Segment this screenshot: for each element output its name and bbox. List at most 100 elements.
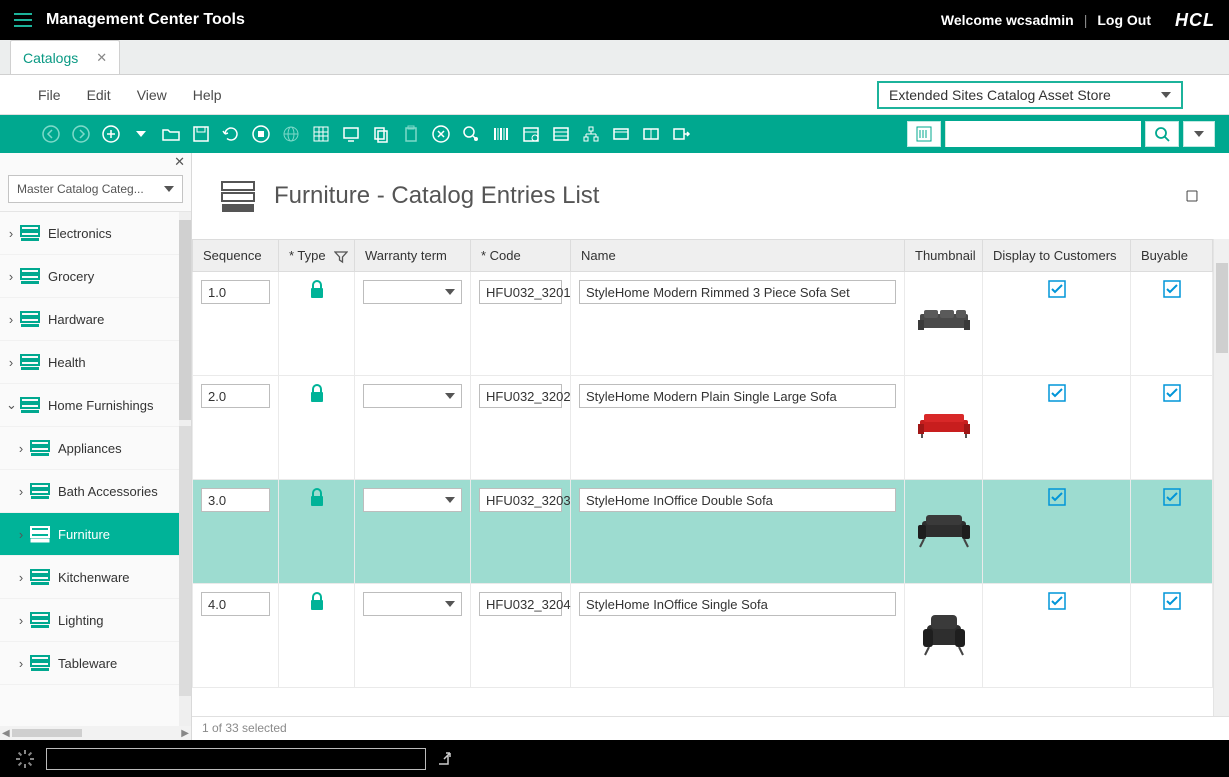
find-icon[interactable] bbox=[458, 121, 484, 147]
globe-icon[interactable] bbox=[278, 121, 304, 147]
paste-icon[interactable] bbox=[398, 121, 424, 147]
export-icon[interactable] bbox=[668, 121, 694, 147]
add-chevron-icon[interactable] bbox=[128, 121, 154, 147]
menu-file[interactable]: File bbox=[38, 87, 61, 103]
expand-toggle-icon[interactable]: › bbox=[6, 226, 16, 241]
expand-toggle-icon[interactable]: › bbox=[16, 527, 26, 542]
tree-h-scrollbar[interactable]: ◀▶ bbox=[0, 726, 191, 740]
tree-item-kitchenware[interactable]: ›Kitchenware bbox=[0, 556, 179, 599]
sequence-input[interactable]: 2.0 bbox=[201, 384, 270, 408]
delete-icon[interactable] bbox=[428, 121, 454, 147]
name-input[interactable]: StyleHome Modern Plain Single Large Sofa bbox=[579, 384, 896, 408]
tree-item-hardware[interactable]: ›Hardware bbox=[0, 298, 179, 341]
expand-toggle-icon[interactable]: › bbox=[16, 441, 26, 456]
expand-icon[interactable] bbox=[1183, 187, 1201, 205]
table-row[interactable]: 1.0 HFU032_3201 StyleHome Modern Rimmed … bbox=[193, 272, 1213, 376]
layout2-icon[interactable] bbox=[638, 121, 664, 147]
display-checkbox[interactable] bbox=[991, 488, 1122, 506]
command-input[interactable] bbox=[46, 748, 426, 770]
goto-icon[interactable] bbox=[436, 750, 454, 768]
expand-toggle-icon[interactable]: › bbox=[16, 613, 26, 628]
name-input[interactable]: StyleHome InOffice Single Sofa bbox=[579, 592, 896, 616]
code-input[interactable]: HFU032_3203 bbox=[479, 488, 562, 512]
col-warranty[interactable]: Warranty term bbox=[355, 240, 471, 272]
calendar-icon[interactable] bbox=[518, 121, 544, 147]
tree-scrollbar[interactable] bbox=[179, 212, 191, 726]
tree-item-electronics[interactable]: ›Electronics bbox=[0, 212, 179, 255]
hamburger-icon[interactable] bbox=[14, 13, 32, 27]
filter-icon[interactable] bbox=[334, 250, 348, 264]
copy-icon[interactable] bbox=[368, 121, 394, 147]
display-checkbox[interactable] bbox=[991, 280, 1122, 298]
display-checkbox[interactable] bbox=[991, 384, 1122, 402]
warranty-select[interactable] bbox=[363, 280, 462, 304]
col-name[interactable]: Name bbox=[571, 240, 905, 272]
tree-item-home-furnishings[interactable]: ⌄Home Furnishings bbox=[0, 384, 179, 427]
back-icon[interactable] bbox=[38, 121, 64, 147]
grid-scrollbar[interactable] bbox=[1213, 239, 1229, 716]
hierarchy-icon[interactable] bbox=[578, 121, 604, 147]
barcode-icon[interactable] bbox=[488, 121, 514, 147]
sidebar-close-icon[interactable]: ✕ bbox=[0, 153, 191, 171]
col-thumbnail[interactable]: Thumbnail bbox=[905, 240, 983, 272]
col-sequence[interactable]: Sequence bbox=[193, 240, 279, 272]
tree-item-appliances[interactable]: ›Appliances bbox=[0, 427, 179, 470]
code-input[interactable]: HFU032_3202 bbox=[479, 384, 562, 408]
table-row[interactable]: 2.0 HFU032_3202 StyleHome Modern Plain S… bbox=[193, 376, 1213, 480]
buyable-checkbox[interactable] bbox=[1139, 488, 1204, 506]
layout1-icon[interactable] bbox=[608, 121, 634, 147]
tree-item-tableware[interactable]: ›Tableware bbox=[0, 642, 179, 685]
warranty-select[interactable] bbox=[363, 488, 462, 512]
buyable-checkbox[interactable] bbox=[1139, 280, 1204, 298]
sequence-input[interactable]: 1.0 bbox=[201, 280, 270, 304]
code-input[interactable]: HFU032_3201 bbox=[479, 280, 562, 304]
tree-item-furniture[interactable]: ›Furniture bbox=[0, 513, 179, 556]
expand-toggle-icon[interactable]: › bbox=[6, 269, 16, 284]
buyable-checkbox[interactable] bbox=[1139, 592, 1204, 610]
store-selector[interactable]: Extended Sites Catalog Asset Store bbox=[877, 81, 1183, 109]
menu-edit[interactable]: Edit bbox=[87, 87, 111, 103]
tree-item-grocery[interactable]: ›Grocery bbox=[0, 255, 179, 298]
col-type[interactable]: * Type bbox=[279, 240, 355, 272]
tree-item-lighting[interactable]: ›Lighting bbox=[0, 599, 179, 642]
expand-toggle-icon[interactable]: › bbox=[16, 656, 26, 671]
sequence-input[interactable]: 4.0 bbox=[201, 592, 270, 616]
open-icon[interactable] bbox=[158, 121, 184, 147]
name-input[interactable]: StyleHome Modern Rimmed 3 Piece Sofa Set bbox=[579, 280, 896, 304]
sequence-input[interactable]: 3.0 bbox=[201, 488, 270, 512]
menu-help[interactable]: Help bbox=[193, 87, 222, 103]
save-icon[interactable] bbox=[188, 121, 214, 147]
search-input[interactable] bbox=[945, 121, 1141, 147]
col-display[interactable]: Display to Customers bbox=[983, 240, 1131, 272]
table-row[interactable]: 3.0 HFU032_3203 StyleHome InOffice Doubl… bbox=[193, 480, 1213, 584]
catalog-selector[interactable]: Master Catalog Categ... bbox=[8, 175, 183, 203]
col-buyable[interactable]: Buyable bbox=[1131, 240, 1213, 272]
expand-toggle-icon[interactable]: › bbox=[6, 355, 16, 370]
tree-item-bath-accessories[interactable]: ›Bath Accessories bbox=[0, 470, 179, 513]
warranty-select[interactable] bbox=[363, 384, 462, 408]
search-options-button[interactable] bbox=[1183, 121, 1215, 147]
warranty-select[interactable] bbox=[363, 592, 462, 616]
close-icon[interactable]: ✕ bbox=[96, 50, 107, 66]
tree-item-health[interactable]: ›Health bbox=[0, 341, 179, 384]
name-input[interactable]: StyleHome InOffice Double Sofa bbox=[579, 488, 896, 512]
search-button[interactable] bbox=[1145, 121, 1179, 147]
expand-toggle-icon[interactable]: › bbox=[16, 484, 26, 499]
add-icon[interactable] bbox=[98, 121, 124, 147]
monitor-icon[interactable] bbox=[338, 121, 364, 147]
table-row[interactable]: 4.0 HFU032_3204 StyleHome InOffice Singl… bbox=[193, 584, 1213, 688]
logout-link[interactable]: Log Out bbox=[1097, 12, 1151, 28]
grid-icon[interactable] bbox=[308, 121, 334, 147]
expand-toggle-icon[interactable]: › bbox=[16, 570, 26, 585]
expand-toggle-icon[interactable]: ⌄ bbox=[6, 397, 16, 413]
display-checkbox[interactable] bbox=[991, 592, 1122, 610]
search-mode-button[interactable] bbox=[907, 121, 941, 147]
buyable-checkbox[interactable] bbox=[1139, 384, 1204, 402]
table-icon[interactable] bbox=[548, 121, 574, 147]
tab-catalogs[interactable]: Catalogs ✕ bbox=[10, 40, 120, 74]
stop-icon[interactable] bbox=[248, 121, 274, 147]
expand-toggle-icon[interactable]: › bbox=[6, 312, 16, 327]
menu-view[interactable]: View bbox=[137, 87, 167, 103]
col-code[interactable]: * Code bbox=[471, 240, 571, 272]
refresh-icon[interactable] bbox=[218, 121, 244, 147]
